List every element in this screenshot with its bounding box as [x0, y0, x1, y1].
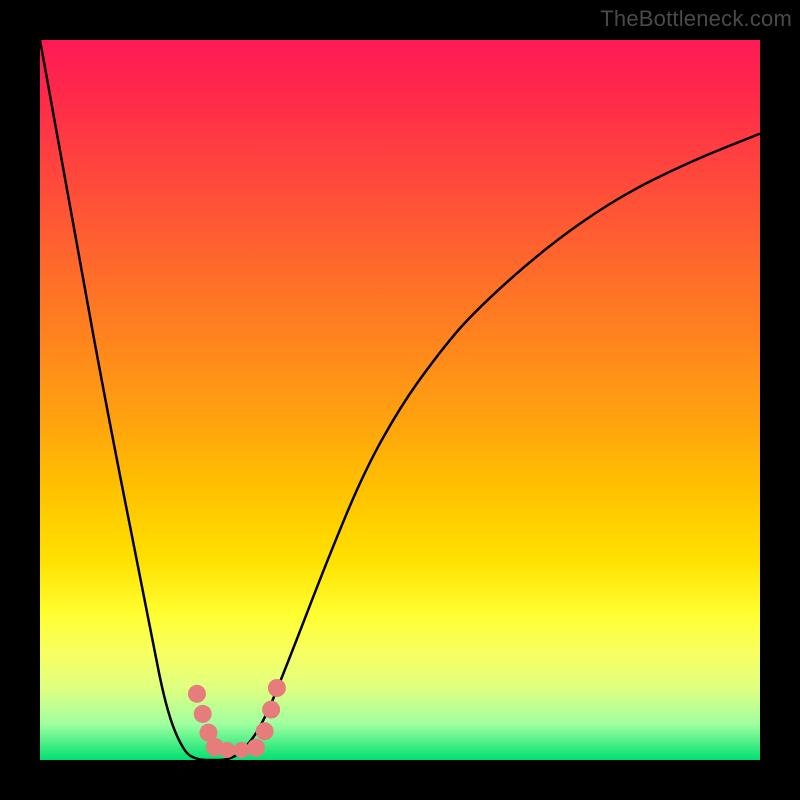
- curve-marker: [194, 705, 212, 723]
- bottleneck-curve: [40, 40, 760, 760]
- chart-frame: TheBottleneck.com: [0, 0, 800, 800]
- curve-marker: [262, 701, 280, 719]
- curve-marker: [268, 679, 286, 697]
- curve-marker: [219, 742, 235, 758]
- watermark-text: TheBottleneck.com: [600, 6, 792, 32]
- curve-marker: [188, 685, 206, 703]
- curve-marker: [247, 739, 265, 757]
- plot-area: [40, 40, 760, 760]
- curve-marker: [234, 742, 250, 758]
- curve-marker: [256, 722, 274, 740]
